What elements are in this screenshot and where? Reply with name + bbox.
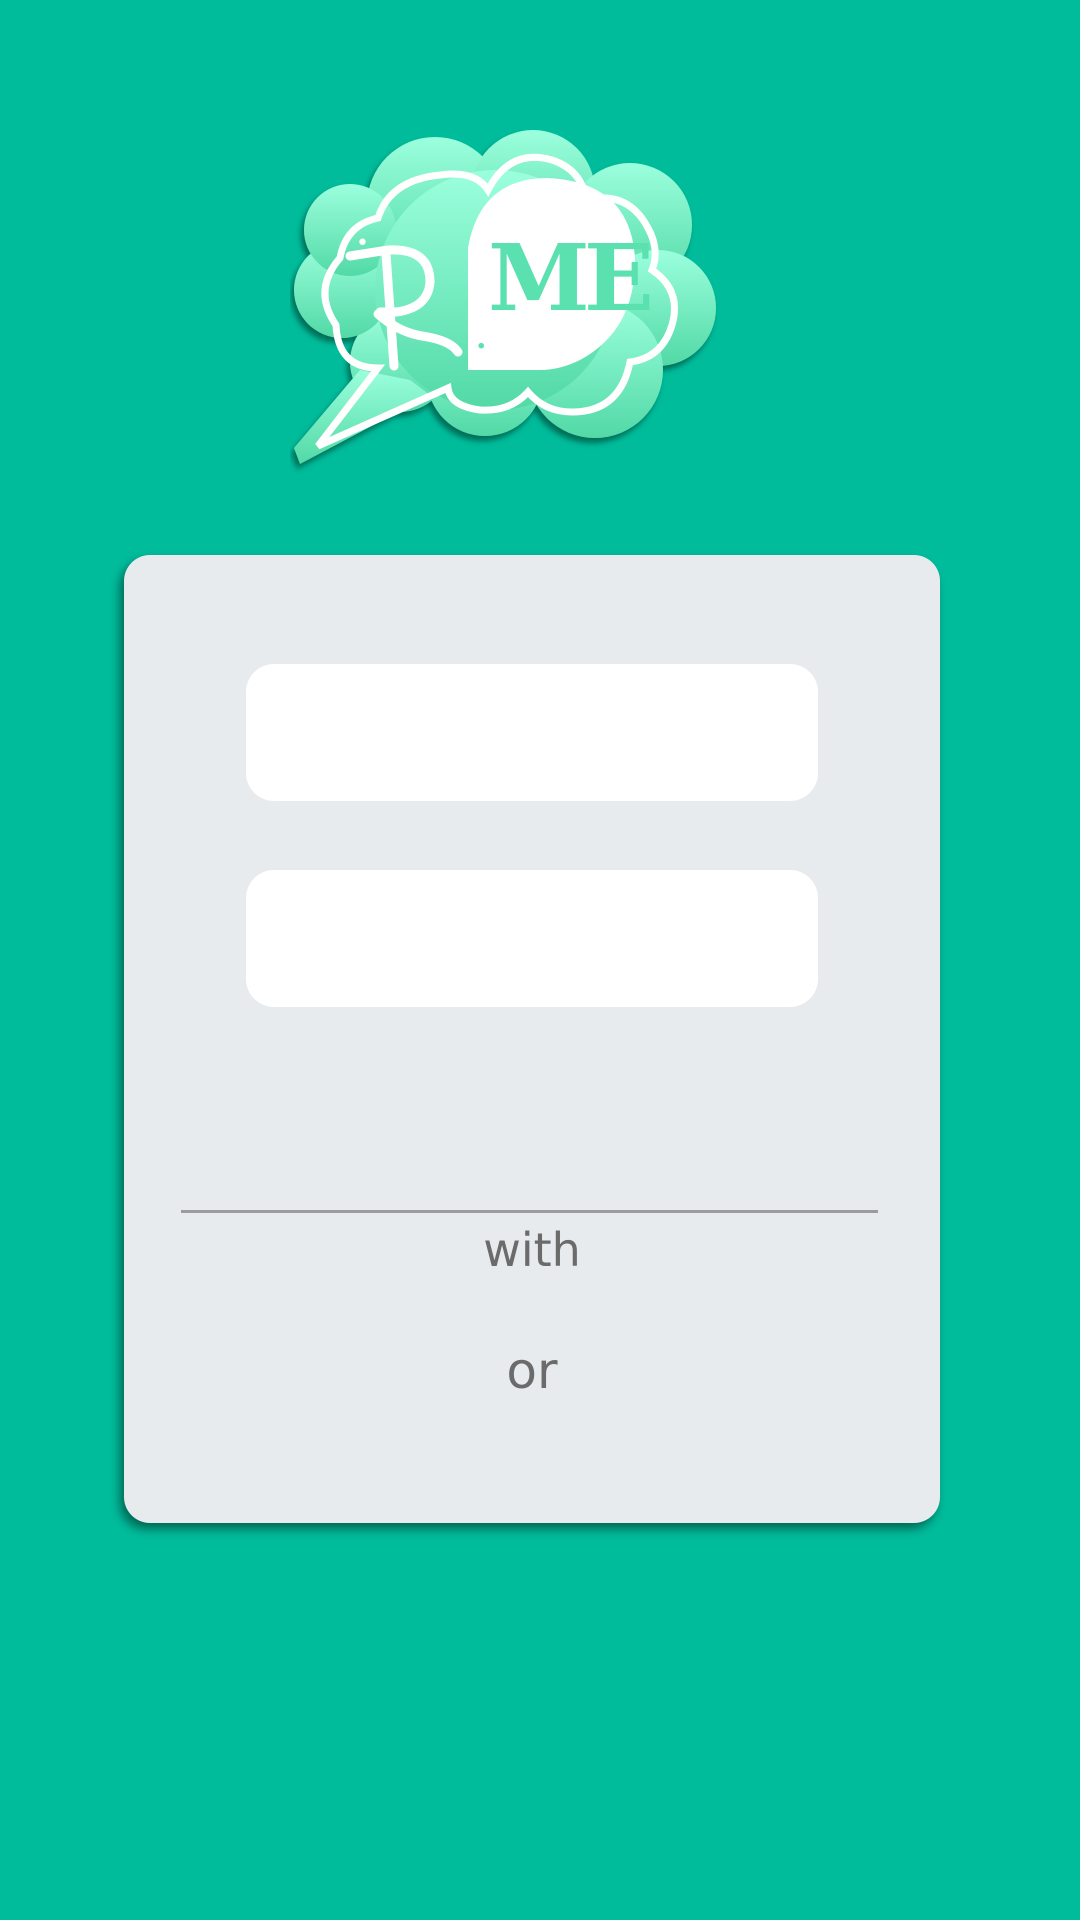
logo-dot-ornament: •: [356, 231, 369, 256]
logo-graphic: • . ME: [294, 130, 716, 464]
or-label: or: [506, 1342, 558, 1400]
username-field[interactable]: [246, 664, 818, 801]
app-logo: • . ME: [290, 130, 770, 490]
logo-me-text: ME: [488, 224, 650, 332]
login-screen: • . ME with or: [0, 0, 1080, 1920]
with-label: with: [483, 1223, 581, 1277]
divider-line: [181, 1210, 878, 1213]
password-field[interactable]: [246, 870, 818, 1007]
logo-dot: .: [476, 321, 486, 356]
